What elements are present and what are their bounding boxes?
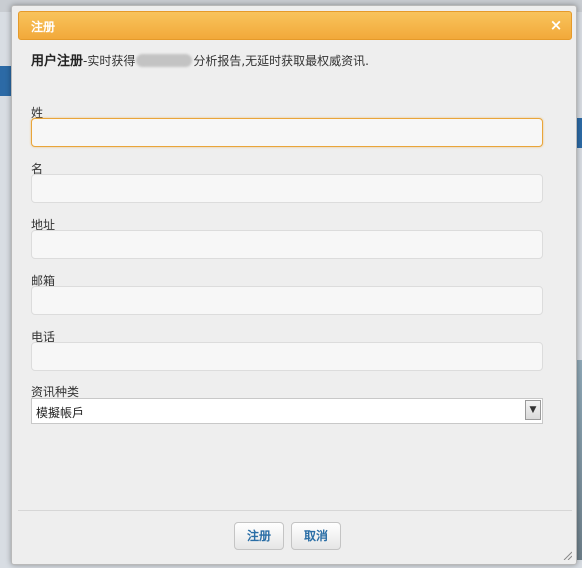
- intro-text-after: 分析报告,无延时获取最权威资讯.: [193, 54, 369, 68]
- info-type-select[interactable]: 模擬帳戶 ▼: [31, 398, 543, 424]
- dialog-intro: 用户注册-实时获得 分析报告,无延时获取最权威资讯.: [31, 50, 369, 69]
- address-input[interactable]: [31, 230, 543, 259]
- chevron-down-icon[interactable]: ▼: [525, 400, 541, 420]
- info-type-selected: 模擬帳戶: [36, 406, 85, 420]
- dialog-titlebar[interactable]: 注册 ×: [18, 11, 572, 40]
- cancel-button[interactable]: 取消: [291, 522, 342, 550]
- close-icon[interactable]: ×: [547, 15, 565, 35]
- resize-handle-icon[interactable]: [562, 550, 572, 560]
- surname-input[interactable]: [31, 118, 543, 147]
- given-name-input[interactable]: [31, 174, 543, 203]
- register-button[interactable]: 注册: [234, 522, 285, 550]
- footer-divider: [18, 510, 572, 511]
- email-input[interactable]: [31, 286, 543, 315]
- redacted-text: [136, 54, 193, 67]
- intro-text-before: -实时获得: [83, 54, 136, 68]
- phone-input[interactable]: [31, 342, 543, 371]
- register-dialog: 注册 × 用户注册-实时获得 分析报告,无延时获取最权威资讯. 姓 名 地址 邮箱…: [11, 5, 577, 565]
- dialog-title: 注册: [31, 20, 56, 34]
- intro-heading: 用户注册: [31, 54, 84, 69]
